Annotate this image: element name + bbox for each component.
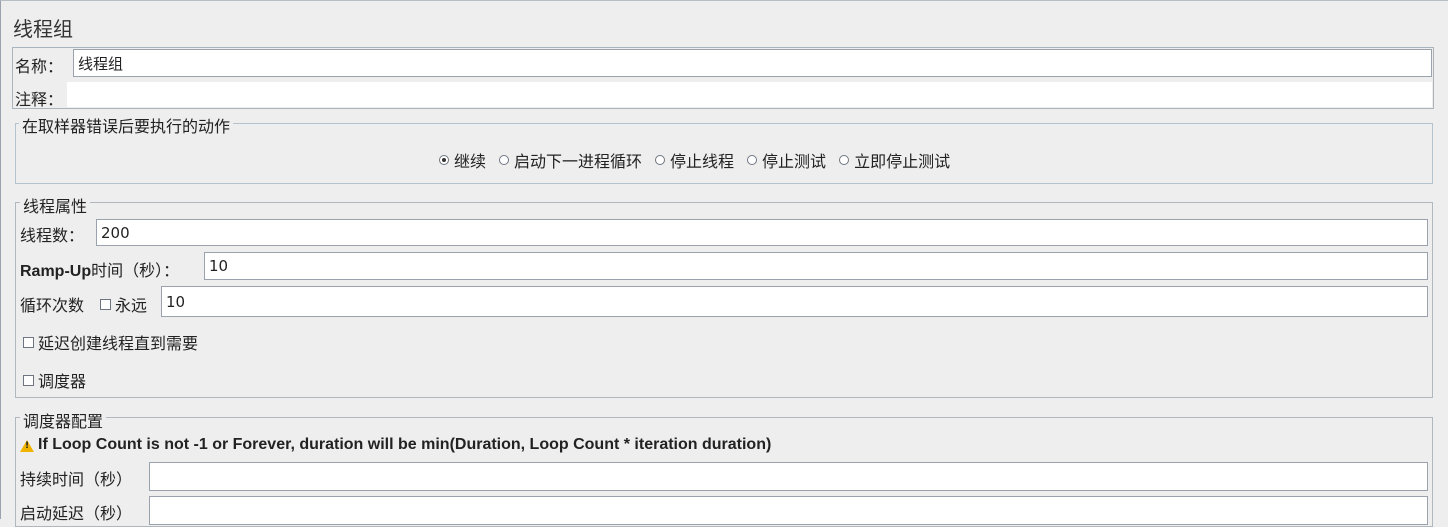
name-label: 名称： [15, 57, 64, 76]
radio-button-icon [747, 155, 758, 165]
duration-input[interactable] [149, 462, 1428, 491]
radio-button-icon [439, 155, 449, 165]
comment-input[interactable] [67, 82, 1432, 107]
checkbox-icon [100, 298, 111, 310]
threads-input-value: 200 [101, 223, 130, 242]
radio-stop-test[interactable]: 停止测试 [747, 148, 826, 172]
radio-start-next-loop[interactable]: 启动下一进程循环 [499, 148, 642, 172]
scheduler-label: 调度器 [38, 372, 87, 391]
duration-label: 持续时间（秒） [20, 470, 133, 489]
radio-button-icon [499, 155, 510, 165]
radio-stop-test-now[interactable]: 立即停止测试 [839, 148, 950, 172]
radio-button-icon [839, 155, 850, 165]
scheduler-warning-text: If Loop Count is not -1 or Forever, dura… [38, 436, 772, 453]
name-input[interactable]: 线程组 [73, 49, 1432, 77]
sampler-error-legend: 在取样器错误后要执行的动作 [19, 113, 234, 137]
radio-continue-label: 继续 [454, 152, 487, 171]
rampup-input[interactable]: 10 [204, 252, 1428, 280]
forever-label: 永远 [115, 296, 148, 315]
rampup-label: Ramp-Up时间（秒）： [20, 257, 179, 281]
forever-checkbox[interactable]: 永远 [100, 292, 147, 316]
threads-label: 线程数： [20, 226, 85, 245]
radio-stop-test-now-label: 立即停止测试 [854, 152, 951, 171]
startup-delay-input[interactable] [149, 496, 1428, 525]
delay-thread-creation-checkbox[interactable]: 延迟创建线程直到需要 [23, 330, 198, 354]
scheduler-warning: If Loop Count is not -1 or Forever, dura… [20, 436, 771, 454]
loop-count-input[interactable]: 10 [161, 286, 1428, 317]
warning-icon [20, 440, 34, 452]
radio-stop-thread-label: 停止线程 [670, 152, 735, 171]
thread-props-legend: 线程属性 [20, 193, 91, 217]
delay-thread-creation-label: 延迟创建线程直到需要 [38, 334, 199, 353]
scheduler-checkbox[interactable]: 调度器 [23, 368, 86, 392]
rampup-label-bold: Ramp-Up [20, 263, 92, 280]
checkbox-icon [23, 374, 34, 386]
rampup-input-value: 10 [209, 257, 229, 275]
radio-stop-test-label: 停止测试 [762, 152, 827, 171]
page-title: 线程组 [13, 17, 73, 41]
checkbox-icon [23, 336, 34, 348]
sampler-error-options: 继续 启动下一进程循环 停止线程 停止测试 立即停止测试 [439, 148, 963, 172]
scheduler-config-legend: 调度器配置 [20, 408, 107, 432]
rampup-label-rest: 时间（秒）： [91, 261, 180, 280]
radio-stop-thread[interactable]: 停止线程 [655, 148, 734, 172]
radio-continue[interactable]: 继续 [439, 148, 486, 172]
radio-button-icon [655, 155, 666, 165]
threads-input[interactable]: 200 [96, 219, 1428, 246]
comment-label: 注释： [15, 90, 64, 109]
startup-delay-label: 启动延迟（秒） [20, 504, 133, 523]
loop-count-input-value: 10 [166, 292, 186, 311]
loop-count-label: 循环次数 [20, 296, 85, 315]
radio-start-next-loop-label: 启动下一进程循环 [514, 152, 643, 171]
name-input-value: 线程组 [78, 54, 124, 73]
